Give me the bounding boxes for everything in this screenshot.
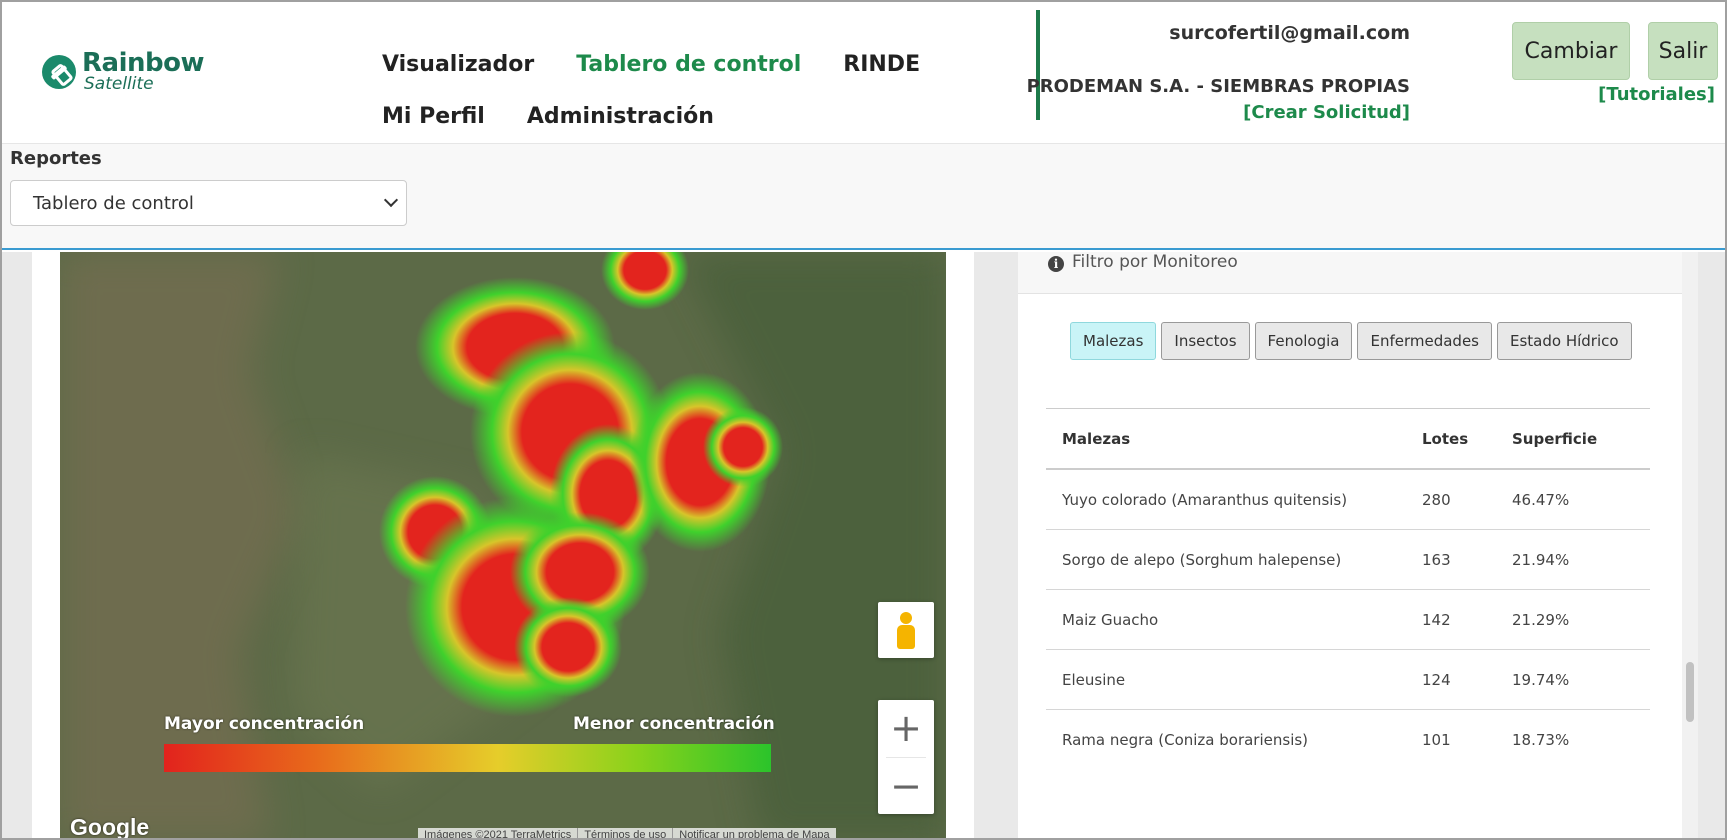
exit-button[interactable]: Salir — [1648, 22, 1718, 80]
table-row[interactable]: Maiz Guacho 142 21.29% — [1046, 590, 1650, 650]
street-view-pegman-icon[interactable] — [878, 602, 934, 658]
brand-sub: Satellite — [84, 74, 154, 94]
tab-fenologia[interactable]: Fenologia — [1254, 322, 1353, 360]
zoom-in-button[interactable]: + — [878, 700, 934, 757]
account-company: PRODEMAN S.A. - SIEMBRAS PROPIAS — [1026, 76, 1410, 97]
table-header: Malezas Lotes Superficie — [1046, 408, 1650, 470]
top-header: Rainbow Satellite Visualizador Tablero d… — [2, 2, 1725, 144]
cell-maleza: Yuyo colorado (Amaranthus quitensis) — [1062, 490, 1348, 509]
reports-select-value: Tablero de control — [33, 192, 194, 214]
cell-superficie: 21.94% — [1512, 550, 1570, 569]
cell-lotes: 280 — [1422, 490, 1451, 509]
filter-panel: i Filtro por Monitoreo Malezas Insectos … — [1018, 252, 1682, 838]
table-row[interactable]: Eleusine 124 19.74% — [1046, 650, 1650, 710]
reports-label: Reportes — [10, 148, 102, 169]
heatmap-map[interactable]: Mayor concentración Menor concentración … — [60, 252, 946, 840]
map-attribution: Imágenes ©2021 TerraMetrics Términos de … — [418, 828, 836, 838]
main-content: Mayor concentración Menor concentración … — [2, 252, 1725, 840]
tab-malezas[interactable]: Malezas — [1070, 322, 1157, 360]
cell-superficie: 46.47% — [1512, 490, 1570, 509]
cell-superficie: 19.74% — [1512, 670, 1570, 689]
map-panel: Mayor concentración Menor concentración … — [32, 252, 974, 840]
cell-maleza: Eleusine — [1062, 670, 1126, 689]
nav-rinde[interactable]: RINDE — [843, 52, 920, 77]
zoom-control: + − — [878, 700, 934, 814]
table-row[interactable]: Sorgo de alepo (Sorghum halepense) 163 2… — [1046, 530, 1650, 590]
nav-tablero-de-control[interactable]: Tablero de control — [576, 52, 801, 77]
main-nav: Visualizador Tablero de control RINDE Mi… — [382, 38, 942, 142]
change-button[interactable]: Cambiar — [1512, 22, 1630, 80]
brand-name: Rainbow — [82, 48, 204, 78]
cell-maleza: Sorgo de alepo (Sorghum halepense) — [1062, 550, 1342, 569]
app-frame: Rainbow Satellite Visualizador Tablero d… — [0, 0, 1727, 840]
nav-mi-perfil[interactable]: Mi Perfil — [382, 104, 485, 129]
table-row[interactable]: Yuyo colorado (Amaranthus quitensis) 280… — [1046, 470, 1650, 530]
scrollbar-thumb[interactable] — [1686, 662, 1694, 722]
cell-maleza: Rama negra (Coniza borariensis) — [1062, 731, 1309, 749]
cell-superficie: 21.29% — [1512, 610, 1570, 629]
cell-superficie: 18.73% — [1512, 731, 1570, 749]
brand-logo[interactable]: Rainbow Satellite — [42, 50, 204, 93]
malezas-table: Malezas Lotes Superficie Yuyo colorado (… — [1046, 408, 1650, 770]
create-request-link[interactable]: [Crear Solicitud] — [1027, 100, 1410, 126]
nav-administracion[interactable]: Administración — [527, 104, 714, 129]
tab-enfermedades[interactable]: Enfermedades — [1357, 322, 1492, 360]
table-row[interactable]: Rama negra (Coniza borariensis) 101 18.7… — [1046, 710, 1650, 770]
reports-bar: Reportes Tablero de control — [2, 144, 1725, 250]
filter-title: Filtro por Monitoreo — [1072, 252, 1238, 272]
legend-gradient-bar — [164, 744, 771, 772]
zoom-out-button[interactable]: − — [878, 758, 934, 815]
account-info: surcofertil@gmail.com PRODEMAN S.A. - SI… — [1027, 18, 1410, 126]
cell-lotes: 163 — [1422, 550, 1451, 569]
col-header-lotes: Lotes — [1422, 429, 1469, 448]
attribution-imagery: Imágenes ©2021 TerraMetrics — [418, 828, 579, 838]
google-logo: Google — [70, 814, 150, 840]
cell-lotes: 124 — [1422, 670, 1451, 689]
filter-tabs: Malezas Insectos Fenologia Enfermedades … — [1070, 322, 1632, 360]
nav-visualizador[interactable]: Visualizador — [382, 52, 534, 77]
filter-header: i Filtro por Monitoreo — [1018, 252, 1682, 294]
cell-maleza: Maiz Guacho — [1062, 610, 1159, 629]
tab-insectos[interactable]: Insectos — [1161, 322, 1250, 360]
reports-select[interactable]: Tablero de control — [10, 180, 407, 226]
attribution-terms-link[interactable]: Términos de uso — [578, 828, 674, 838]
chevron-down-icon — [383, 192, 399, 208]
attribution-report-link[interactable]: Notificar un problema de Mapa — [673, 828, 835, 838]
col-header-malezas: Malezas — [1062, 429, 1131, 448]
cell-lotes: 101 — [1422, 731, 1451, 749]
account-email: surcofertil@gmail.com — [1169, 22, 1410, 44]
tutorials-link[interactable]: [Tutoriales] — [1598, 84, 1715, 105]
info-icon: i — [1048, 256, 1064, 272]
nav-row-1: Visualizador Tablero de control RINDE — [382, 38, 942, 90]
legend-low-label: Menor concentración — [573, 714, 775, 734]
tab-estado-hidrico[interactable]: Estado Hídrico — [1497, 322, 1632, 360]
nav-row-2: Mi Perfil Administración — [382, 90, 942, 142]
legend-high-label: Mayor concentración — [164, 714, 365, 734]
cell-lotes: 142 — [1422, 610, 1451, 629]
page-scrollbar[interactable] — [1682, 252, 1698, 838]
satellite-icon — [42, 54, 76, 89]
col-header-superficie: Superficie — [1512, 429, 1598, 448]
